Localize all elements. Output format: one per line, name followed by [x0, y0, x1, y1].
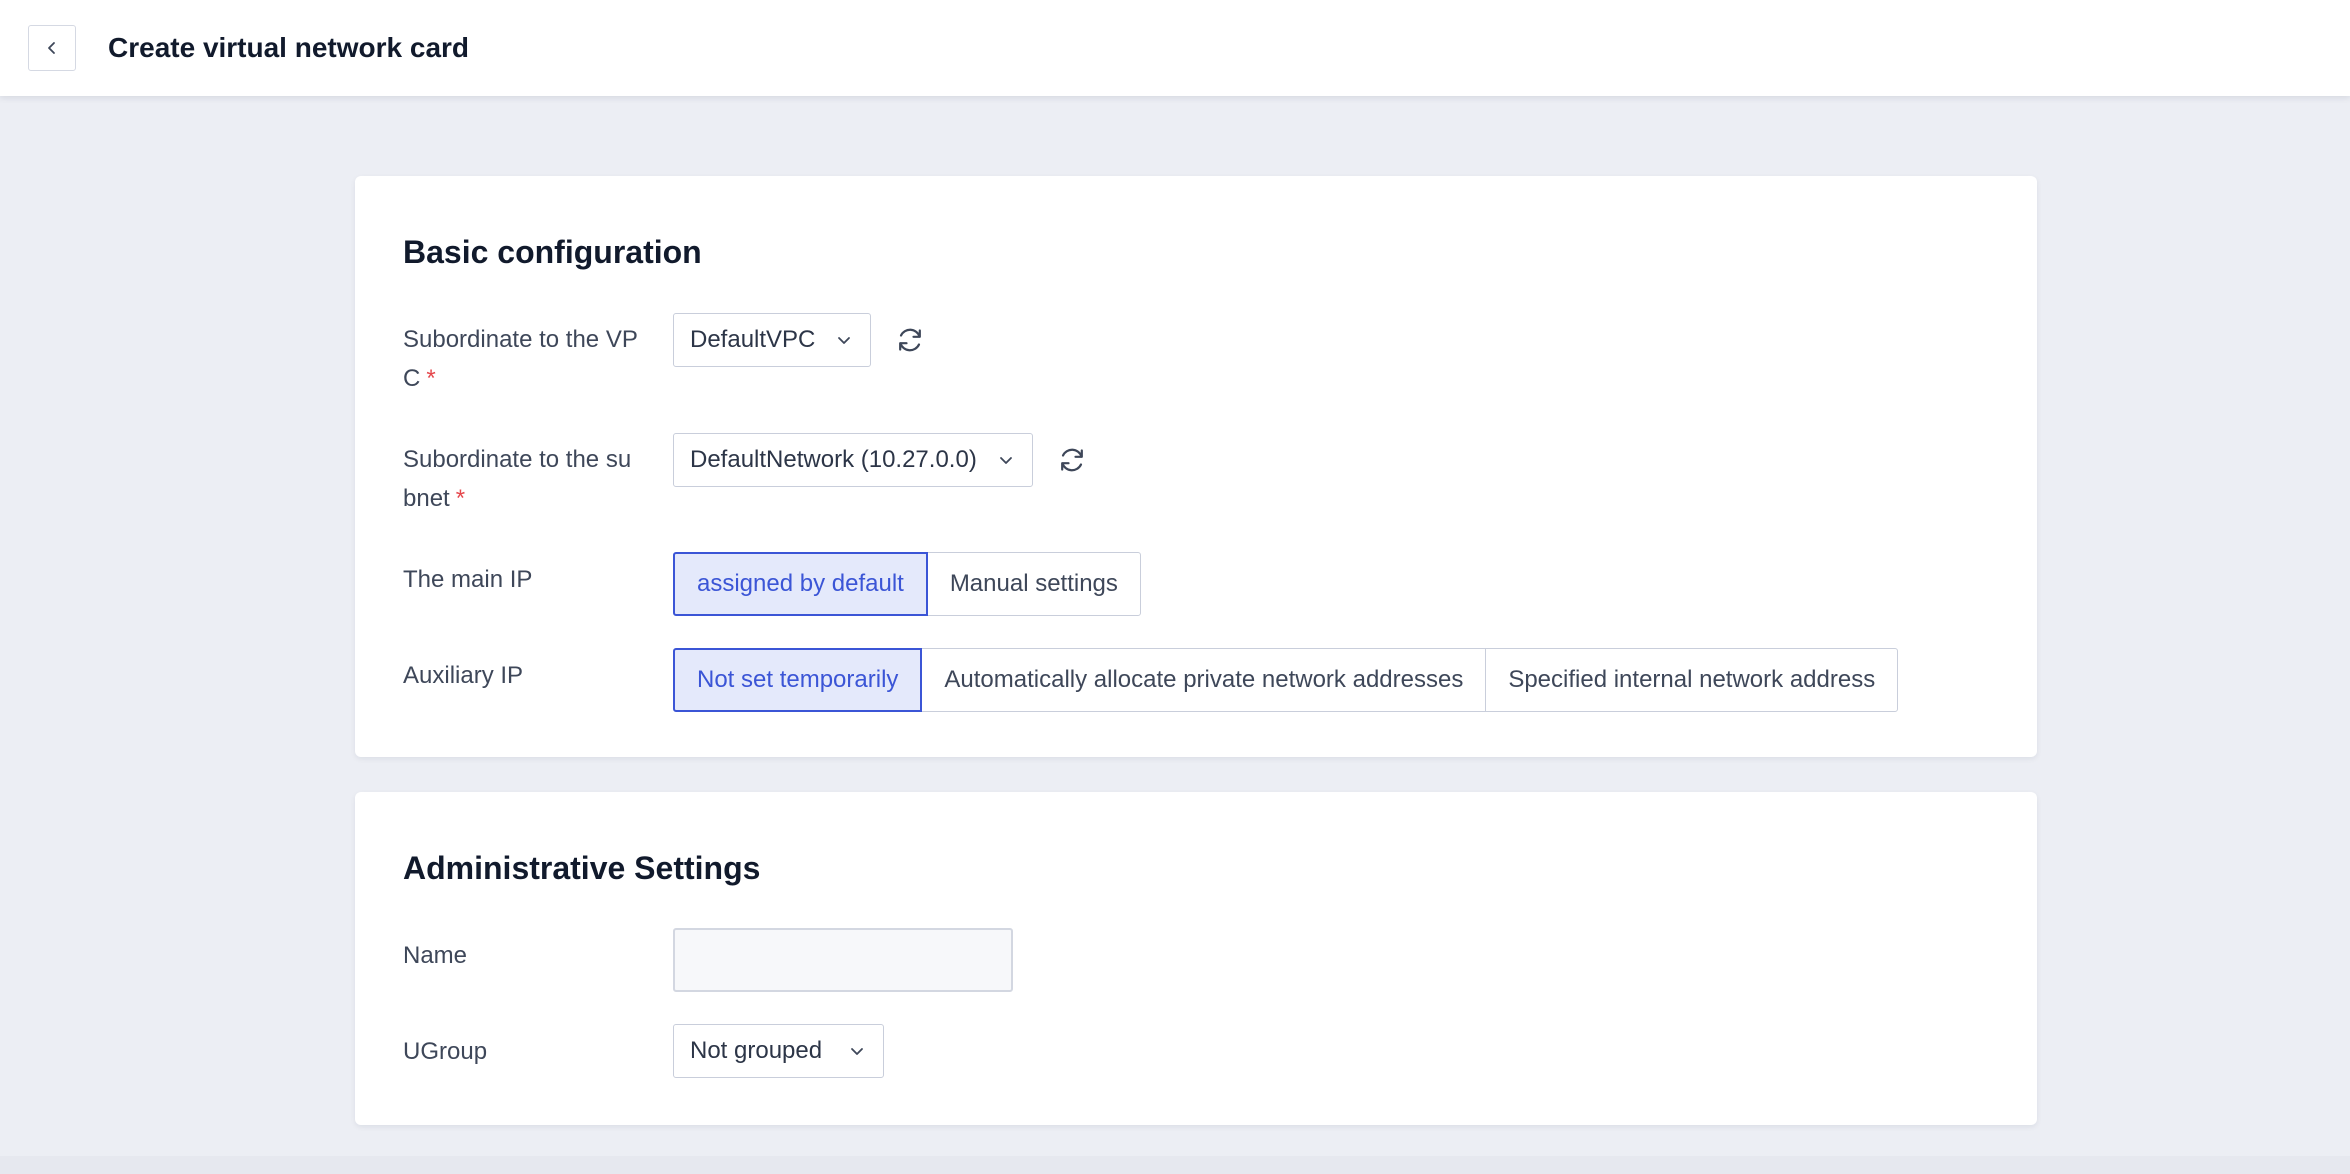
- main-ip-option-manual[interactable]: Manual settings: [926, 552, 1141, 616]
- refresh-icon: [1061, 448, 1083, 472]
- ugroup-select[interactable]: Not grouped: [673, 1024, 884, 1078]
- aux-ip-option-not-set[interactable]: Not set temporarily: [673, 648, 923, 712]
- ugroup-select-value: Not grouped: [690, 1037, 823, 1064]
- basic-configuration-card: Basic configuration Subordinate to the V…: [355, 176, 2037, 757]
- administrative-settings-title: Administrative Settings: [403, 850, 761, 886]
- vpc-label-line2: C: [403, 365, 421, 392]
- subnet-refresh-button[interactable]: [1055, 443, 1089, 477]
- top-bar: Create virtual network card: [0, 0, 2350, 96]
- subnet-select-value: DefaultNetwork (10.27.0.0): [690, 446, 977, 473]
- basic-configuration-title: Basic configuration: [403, 234, 702, 270]
- vpc-label: Subordinate to the VP C *: [403, 320, 663, 398]
- page-title: Create virtual network card: [108, 32, 470, 63]
- main-ip-option-default[interactable]: assigned by default: [673, 552, 928, 616]
- back-button[interactable]: [28, 25, 76, 71]
- chevron-down-icon: [838, 337, 850, 344]
- subnet-label-line2: bnet: [403, 485, 450, 512]
- aux-ip-option-specified[interactable]: Specified internal network address: [1485, 648, 1899, 712]
- name-label: Name: [403, 942, 468, 969]
- required-mark: *: [455, 485, 466, 512]
- aux-ip-label: Auxiliary IP: [403, 662, 524, 689]
- administrative-settings-card: Administrative Settings Name UGroup Not …: [355, 792, 2037, 1125]
- ugroup-label: UGroup: [403, 1038, 488, 1065]
- vpc-refresh-button[interactable]: [893, 323, 927, 357]
- aux-ip-option-auto[interactable]: Automatically allocate private network a…: [921, 648, 1487, 712]
- refresh-icon: [899, 328, 921, 352]
- aux-ip-segmented: Not set temporarily Automatically alloca…: [673, 648, 1899, 712]
- name-input[interactable]: [673, 928, 1013, 992]
- vpc-label-line1: Subordinate to the VP: [403, 326, 638, 353]
- vpc-select[interactable]: DefaultVPC: [673, 313, 871, 367]
- required-mark: *: [426, 365, 436, 392]
- vpc-select-value: DefaultVPC: [690, 326, 816, 353]
- bottom-strip: [0, 1156, 2350, 1174]
- main-ip-segmented: assigned by default Manual settings: [673, 552, 1141, 616]
- main-ip-label: The main IP: [403, 566, 533, 593]
- chevron-left-icon: [48, 42, 55, 54]
- subnet-label-line1: Subordinate to the su: [403, 446, 632, 473]
- subnet-select[interactable]: DefaultNetwork (10.27.0.0): [673, 433, 1033, 487]
- chevron-down-icon: [1000, 457, 1012, 464]
- subnet-label: Subordinate to the su bnet *: [403, 440, 663, 518]
- chevron-down-icon: [851, 1048, 863, 1055]
